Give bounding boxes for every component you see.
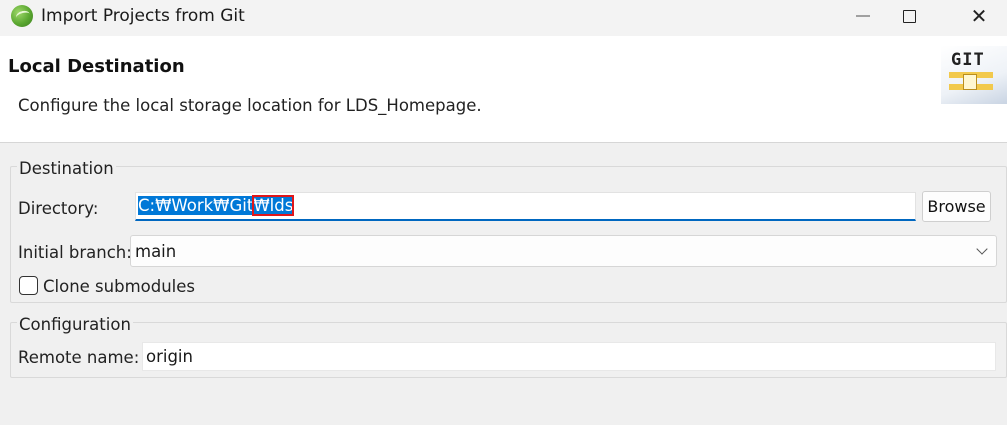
- configuration-group-label: Configuration: [17, 315, 133, 334]
- clone-submodules-label[interactable]: Clone submodules: [43, 277, 195, 296]
- initial-branch-label: Initial branch:: [18, 243, 132, 262]
- page-title: Local Destination: [8, 56, 185, 77]
- window-title: Import Projects from Git: [41, 6, 245, 26]
- git-logo-icon: GIT: [941, 46, 1007, 104]
- initial-branch-value: main: [135, 242, 177, 261]
- close-button[interactable]: ✕: [956, 0, 1002, 32]
- wizard-header: Local Destination Configure the local st…: [0, 36, 1007, 143]
- page-description: Configure the local storage location for…: [18, 96, 482, 115]
- maximize-button[interactable]: [886, 0, 932, 32]
- git-logo-box: [963, 74, 977, 90]
- chevron-down-icon: [976, 243, 988, 255]
- eclipse-icon: [11, 5, 33, 27]
- initial-branch-select[interactable]: main: [130, 235, 997, 267]
- directory-label: Directory:: [18, 199, 99, 218]
- remote-name-value: origin: [146, 347, 193, 366]
- maximize-icon: [902, 9, 916, 23]
- clone-submodules-checkbox[interactable]: [19, 276, 38, 295]
- destination-group-label: Destination: [17, 159, 116, 178]
- directory-input[interactable]: C:₩Work₩Git₩lds: [135, 192, 916, 221]
- minimize-icon: [856, 15, 870, 17]
- remote-name-label: Remote name:: [18, 348, 140, 367]
- directory-value-selected: C:₩Work₩Git: [138, 196, 254, 215]
- close-icon: ✕: [970, 4, 988, 28]
- remote-name-input[interactable]: origin: [142, 342, 996, 371]
- git-logo-text: GIT: [951, 50, 985, 70]
- title-bar: Import Projects from Git ✕: [0, 0, 1007, 36]
- minimize-button[interactable]: [840, 0, 886, 32]
- directory-value-highlighted: ₩lds: [252, 195, 295, 216]
- browse-button[interactable]: Browse: [922, 191, 991, 222]
